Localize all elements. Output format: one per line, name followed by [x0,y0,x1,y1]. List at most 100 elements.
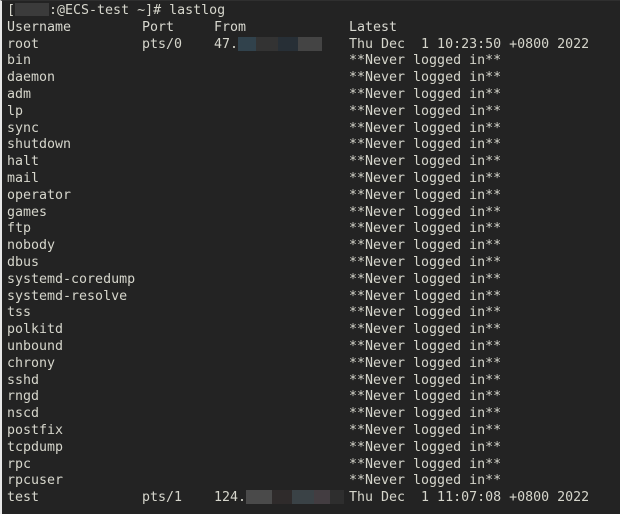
table-row: nobody **Never logged in** [2,238,620,255]
redacted-ip-block [246,490,345,505]
table-row: systemd-resolve **Never logged in** [2,289,620,306]
cell-username: rngd [7,389,40,405]
redaction-segment [330,490,345,505]
column-header-username: Username [7,19,72,35]
cell-latest: **Never logged in** [349,406,502,422]
lastlog-rows: root pts/0 47. Thu Dec 1 10:23:50 +0800 202… [2,36,620,507]
cell-username: mail [7,170,40,186]
table-row: unbound **Never logged in** [2,339,620,356]
table-row: tcpdump **Never logged in** [2,440,620,457]
cell-username: rpc [7,456,32,472]
cell-latest: **Never logged in** [349,422,502,438]
table-row: operator **Never logged in** [2,188,620,205]
cell-latest: **Never logged in** [349,439,502,455]
table-row: daemon **Never logged in** [2,70,620,87]
table-row: chrony **Never logged in** [2,356,620,373]
from-ip-prefix: 124. [214,490,247,506]
redaction-segment [278,36,299,51]
table-row: sshd **Never logged in** [2,373,620,390]
redacted-ip-block [238,36,323,51]
table-row: systemd-coredump **Never logged in** [2,272,620,289]
table-row: root pts/0 47. Thu Dec 1 10:23:50 +0800 202… [2,36,620,54]
cell-latest: **Never logged in** [349,204,502,220]
cell-port: pts/1 [142,490,183,506]
cell-latest: Thu Dec 1 11:07:08 +0800 2022 [349,490,590,506]
cell-username: systemd-coredump [7,271,136,287]
table-row: dbus **Never logged in** [2,255,620,272]
table-header-row: Username Port From Latest [2,20,620,37]
cell-username: unbound [7,338,64,354]
table-row: rpc **Never logged in** [2,457,620,474]
redaction-segment [298,36,323,51]
cell-latest: **Never logged in** [349,86,502,102]
redaction-segment [272,490,293,505]
cell-username: halt [7,154,40,170]
cell-port: pts/0 [142,36,183,52]
cell-latest: **Never logged in** [349,372,502,388]
table-row: rngd **Never logged in** [2,389,620,406]
cell-latest: **Never logged in** [349,305,502,321]
redaction-segment [256,36,279,51]
table-row: mail **Never logged in** [2,171,620,188]
cell-username: ftp [7,221,32,237]
cell-username: systemd-resolve [7,288,128,304]
cell-from: 47. [214,36,323,54]
column-header-from: From [214,19,247,35]
cell-latest: **Never logged in** [349,154,502,170]
cell-username: adm [7,86,32,102]
cell-latest: **Never logged in** [349,221,502,237]
cell-latest: **Never logged in** [349,322,502,338]
cell-username: sshd [7,372,40,388]
table-row: sync **Never logged in** [2,121,620,138]
cell-username: chrony [7,355,56,371]
cell-latest: **Never logged in** [349,70,502,86]
prompt-content: [:@ECS-test ~]# lastlog [7,3,225,20]
prompt-open-bracket: [ [7,3,16,18]
table-row: bin **Never logged in** [2,53,620,70]
cell-latest: **Never logged in** [349,288,502,304]
cell-latest: Thu Dec 1 10:23:50 +0800 2022 [349,36,590,52]
redaction-segment [238,36,257,51]
cell-username: nobody [7,238,56,254]
cell-latest: **Never logged in** [349,170,502,186]
cell-username: polkitd [7,322,64,338]
cell-username: postfix [7,422,64,438]
table-row: lp **Never logged in** [2,104,620,121]
cell-username: tcpdump [7,439,64,455]
table-row: rpcuser **Never logged in** [2,473,620,490]
table-row: ftp **Never logged in** [2,221,620,238]
cell-latest: **Never logged in** [349,355,502,371]
cell-latest: **Never logged in** [349,254,502,270]
cell-latest: **Never logged in** [349,103,502,119]
table-row: tss **Never logged in** [2,305,620,322]
cell-latest: **Never logged in** [349,338,502,354]
cell-username: lp [7,103,24,119]
column-header-latest: Latest [349,19,398,35]
cell-username: bin [7,53,32,69]
cell-username: test [7,490,40,506]
table-row: adm **Never logged in** [2,87,620,104]
terminal-window[interactable]: [:@ECS-test ~]# lastlog Username Port Fr… [0,0,620,514]
redacted-username-block [15,3,50,16]
cell-latest: **Never logged in** [349,120,502,136]
table-row: postfix **Never logged in** [2,423,620,440]
table-row: nscd **Never logged in** [2,406,620,423]
shell-prompt-line: [:@ECS-test ~]# lastlog [2,3,620,20]
cell-username: nscd [7,406,40,422]
cell-username: root [7,36,40,52]
table-row: test pts/1 124. Thu Dec 1 11:07:08 +0800 20… [2,490,620,507]
redaction-segment [292,490,315,505]
cell-username: dbus [7,254,40,270]
cell-latest: **Never logged in** [349,187,502,203]
cell-username: shutdown [7,137,72,153]
cell-latest: **Never logged in** [349,238,502,254]
from-ip-prefix: 47. [214,36,239,52]
table-row: games **Never logged in** [2,205,620,222]
cell-username: rpcuser [7,473,64,489]
cell-latest: **Never logged in** [349,53,502,69]
cell-latest: **Never logged in** [349,271,502,287]
prompt-host: :@ECS-test ~]# [49,3,162,18]
cell-username: tss [7,305,32,321]
cell-latest: **Never logged in** [349,389,502,405]
